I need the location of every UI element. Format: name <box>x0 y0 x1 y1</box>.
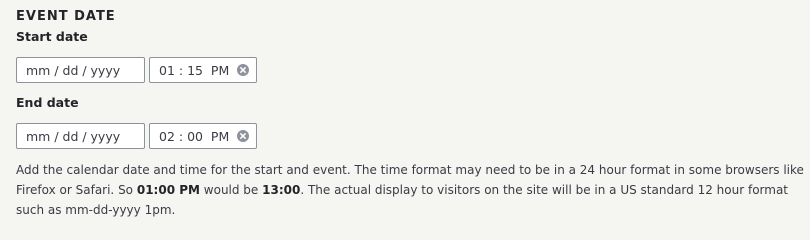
start-time-input[interactable]: 01 : 15 PM <box>149 57 257 83</box>
start-date-placeholder: mm / dd / yyyy <box>26 62 121 78</box>
help-text-part: would be <box>199 183 263 197</box>
end-time-input[interactable]: 02 : 00 PM <box>149 123 257 149</box>
start-date-input[interactable]: mm / dd / yyyy <box>16 57 145 83</box>
end-date-placeholder: mm / dd / yyyy <box>26 128 121 144</box>
section-title: EVENT DATE <box>16 9 116 24</box>
end-time-value: 02 : 00 PM <box>159 128 230 144</box>
help-example-24h: 13:00 <box>262 183 301 197</box>
clear-icon[interactable] <box>237 130 249 142</box>
start-date-label: Start date <box>16 29 88 44</box>
start-time-value: 01 : 15 PM <box>159 62 230 78</box>
help-text: Add the calendar date and time for the s… <box>16 160 806 220</box>
end-date-label: End date <box>16 95 79 110</box>
end-date-input[interactable]: mm / dd / yyyy <box>16 123 145 149</box>
clear-icon[interactable] <box>237 64 249 76</box>
help-example-12h: 01:00 PM <box>136 183 200 197</box>
